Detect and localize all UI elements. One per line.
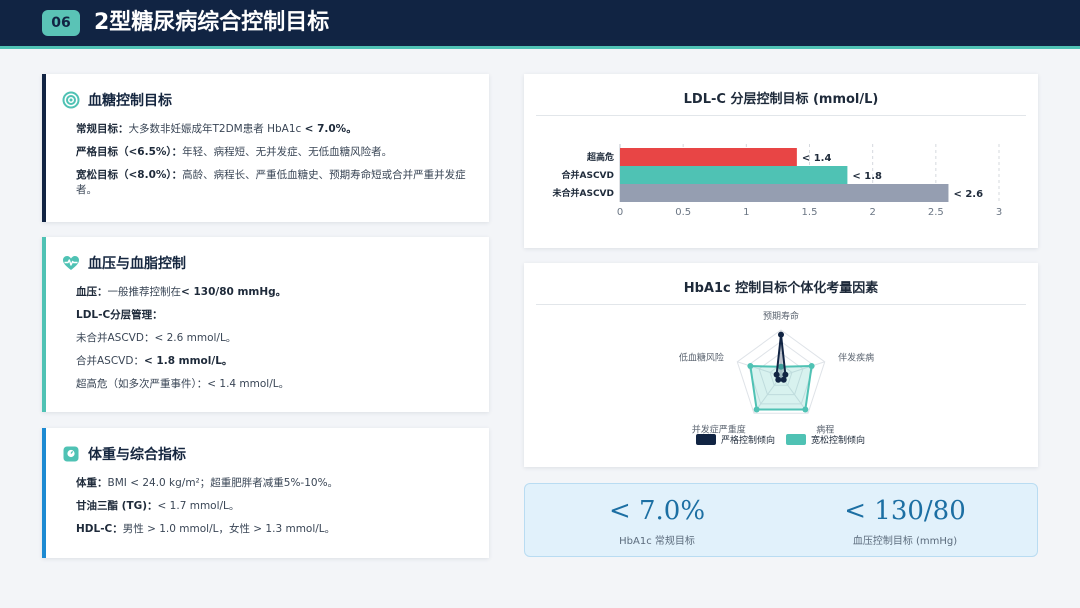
bp-lipid-section-header: 血压与血脂控制 xyxy=(62,253,186,273)
radar-axis-label: 低血糖风险 xyxy=(679,351,724,363)
x-tick-label: 0 xyxy=(617,207,623,218)
card-accent-bar xyxy=(42,428,46,558)
bar-data-label: < 2.6 xyxy=(953,189,983,200)
heart-pulse-icon xyxy=(63,256,79,270)
glucose-lines: 常规目标：大多数非妊娠成年T2DM患者 HbA1c < 7.0%。 严格目标（<… xyxy=(76,122,471,206)
ldl-ascvd-line: 合并ASCVD：< 1.8 mmol/L。 xyxy=(76,355,233,367)
glucose-targets-card: 血糖控制目标 常规目标：大多数非妊娠成年T2DM患者 HbA1c < 7.0%。… xyxy=(42,74,489,222)
ldl-heading-line: LDL-C分层管理： xyxy=(76,309,163,321)
ldl-very-high-risk-line: 超高危（如多次严重事件）：< 1.4 mmol/L。 xyxy=(76,378,290,390)
x-tick-label: 3 xyxy=(996,207,1002,218)
weight-tg-line: 甘油三酯 (TG)：< 1.7 mmol/L。 xyxy=(76,500,240,512)
bp-line: 血压：一般推荐控制在< 130/80 mmHg。 xyxy=(76,286,287,298)
radar-point xyxy=(778,331,784,338)
weight-section-title: 体重与综合指标 xyxy=(88,447,186,463)
weight-indicators-card: 体重与综合指标 体重：BMI < 24.0 kg/m²；超重肥胖者减重5%-10… xyxy=(42,428,489,558)
kpi-hba1c-value: < 7.0% xyxy=(608,496,706,526)
card-accent-bar xyxy=(42,237,46,412)
radar-axis-label: 病程 xyxy=(816,424,834,436)
radar-axis-label: 预期寿命 xyxy=(763,310,799,322)
bar-data-label: < 1.8 xyxy=(852,171,882,182)
scale-icon xyxy=(63,446,79,462)
bar xyxy=(620,184,949,202)
x-tick-label: 0.5 xyxy=(675,207,691,218)
glucose-section-header: 血糖控制目标 xyxy=(62,90,172,110)
radar-point xyxy=(747,363,754,370)
radar-point xyxy=(808,363,815,370)
x-tick-label: 1.5 xyxy=(802,207,818,218)
kpi-bp-value: < 130/80 xyxy=(844,496,966,526)
category-label: 超高危 xyxy=(586,151,614,163)
bar-data-label: < 1.4 xyxy=(802,153,832,164)
radar-point xyxy=(780,376,787,383)
slide-number-badge: 06 xyxy=(42,10,80,36)
kpi-hba1c-label: HbA1c 常规目标 xyxy=(619,536,695,547)
hba1c-radar-card: HbA1c 控制目标个体化考量因素 预期寿命 伴发疾病 病程 并发症严重度 低血糖风险严… xyxy=(524,263,1038,467)
bp-lipid-lines: 血压：一般推荐控制在< 130/80 mmHg。 LDL-C分层管理： 未合并A… xyxy=(76,285,471,400)
ldl-bar-chart: 0 0.5 1 1.5 2 2.5 3 超高危 < 1.4 合并ASCVD < 1.8 未合并ASCV… xyxy=(552,144,1002,218)
kpi-bp-label: 血压控制目标 (mmHg) xyxy=(852,536,958,547)
kpi-bp: < 130/80 血压控制目标 (mmHg) xyxy=(805,496,1005,547)
radar-point xyxy=(802,406,809,413)
bar xyxy=(620,166,848,184)
target-icon xyxy=(62,91,80,109)
legend-swatch xyxy=(696,434,716,445)
slide-title: 2型糖尿病综合控制目标 xyxy=(94,10,330,35)
legend-label: 严格控制倾向 xyxy=(721,434,775,446)
ldl-chart-card: LDL-C 分层控制目标 (mmol/L) 0 0.5 1 1.5 2 2.5 3 超高危 < … xyxy=(524,74,1038,248)
kpi-summary-box: < 7.0% HbA1c 常规目标 < 130/80 血压控制目标 (mmHg) xyxy=(524,483,1038,557)
glucose-section-title: 血糖控制目标 xyxy=(88,93,172,109)
bp-lipid-card: 血压与血脂控制 血压：一般推荐控制在< 130/80 mmHg。 LDL-C分层… xyxy=(42,237,489,412)
radar-point xyxy=(753,406,760,413)
glucose-line-relaxed: 宽松目标（<8.0%）：高龄、病程长、严重低血糖史、预期寿命短或合并严重并发症者… xyxy=(76,169,466,196)
radar-point xyxy=(773,371,780,378)
weight-section-header: 体重与综合指标 xyxy=(62,444,186,464)
category-label: 合并ASCVD xyxy=(562,169,615,181)
ldl-no-ascvd-line: 未合并ASCVD：< 2.6 mmol/L。 xyxy=(76,332,237,344)
radar-axis-label: 伴发疾病 xyxy=(838,351,874,363)
weight-lines: 体重：BMI < 24.0 kg/m²；超重肥胖者减重5%-10%。 甘油三酯 … xyxy=(76,476,471,545)
category-label: 未合并ASCVD xyxy=(552,187,615,199)
bar xyxy=(620,148,797,166)
kpi-hba1c: < 7.0% HbA1c 常规目标 xyxy=(557,496,757,547)
legend-swatch xyxy=(786,434,806,445)
glucose-line-strict: 严格目标（<6.5%）：年轻、病程短、无并发症、无低血糖风险者。 xyxy=(76,146,393,158)
bp-lipid-section-title: 血压与血脂控制 xyxy=(88,256,186,272)
glucose-line-routine: 常规目标：大多数非妊娠成年T2DM患者 HbA1c < 7.0%。 xyxy=(76,123,357,135)
radar-axis-label: 并发症严重度 xyxy=(692,424,746,436)
radar-point xyxy=(775,376,782,383)
hba1c-radar-chart: 预期寿命伴发疾病病程 并发症严重度 低血糖风险严格控制倾向 宽松控制倾向 xyxy=(679,310,874,446)
x-tick-label: 1 xyxy=(743,207,749,218)
weight-hdl-line: HDL-C：男性 > 1.0 mmol/L，女性 > 1.3 mmol/L。 xyxy=(76,523,336,535)
x-tick-label: 2.5 xyxy=(928,207,944,218)
card-accent-bar xyxy=(42,74,46,222)
weight-bmi-line: 体重：BMI < 24.0 kg/m²；超重肥胖者减重5%-10%。 xyxy=(76,477,339,489)
legend-label: 宽松控制倾向 xyxy=(811,434,865,446)
slide-header: 06 2型糖尿病综合控制目标 xyxy=(0,0,1080,49)
radar-point xyxy=(782,371,789,378)
x-tick-label: 2 xyxy=(869,207,875,218)
